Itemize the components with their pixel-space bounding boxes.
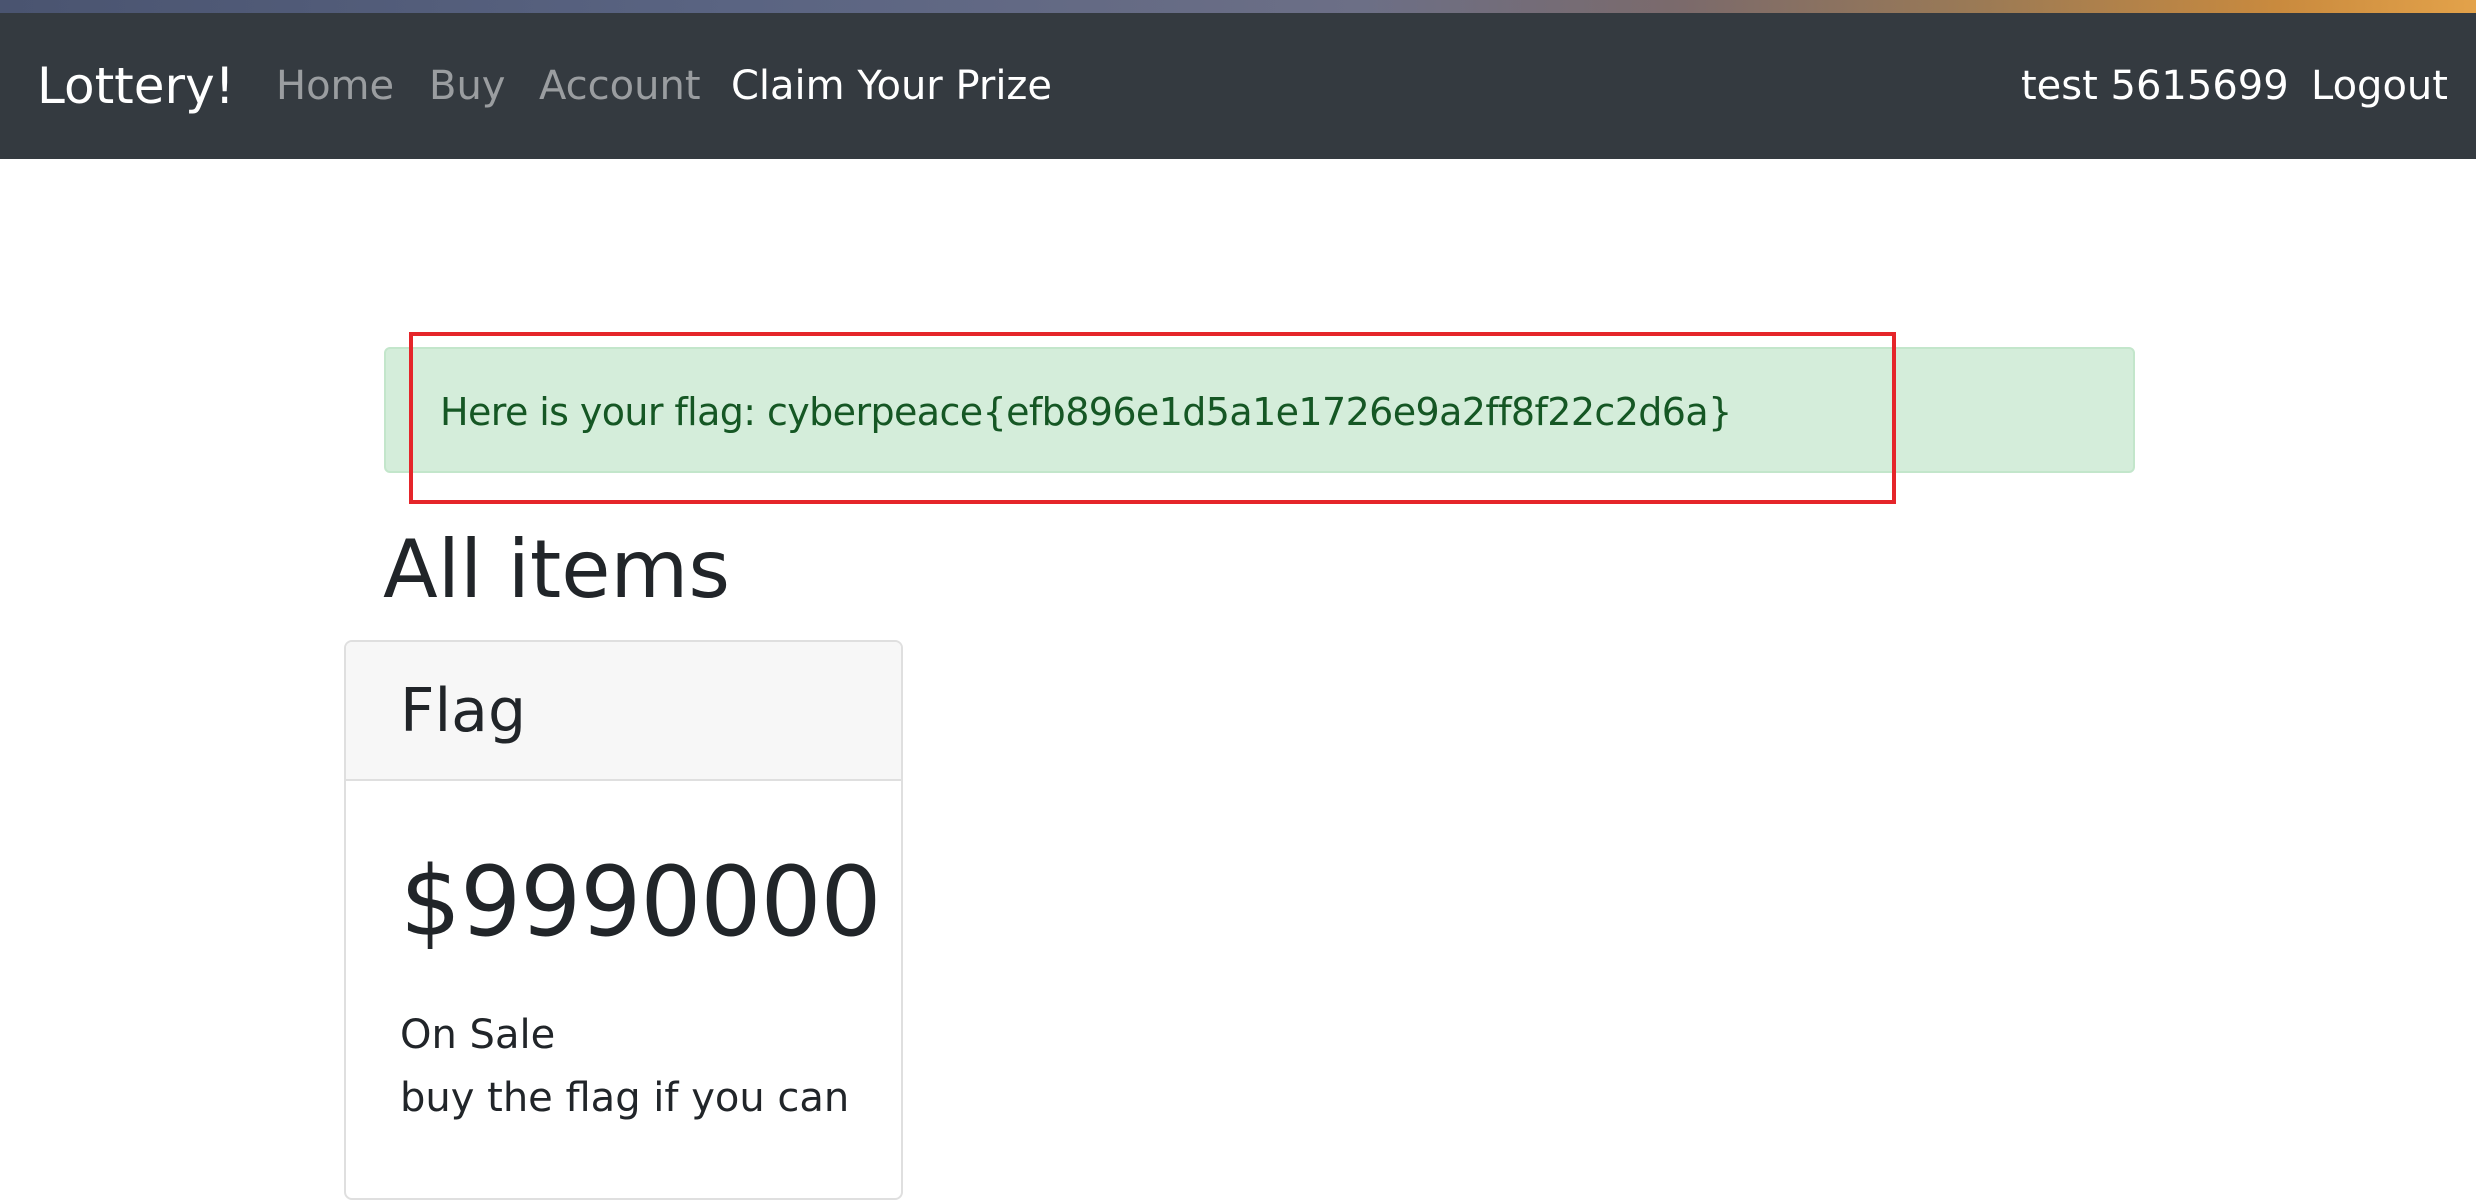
item-card-header: Flag [346,642,901,781]
nav-username[interactable]: test 5615699 [2021,13,2289,159]
item-card: Flag $9990000 On Sale buy the flag if yo… [344,640,903,1200]
red-highlight-annotation [409,332,1896,504]
nav-buy-link[interactable]: Buy [429,13,505,159]
top-navbar: Lottery! Home Buy Account Claim Your Pri… [0,13,2476,159]
item-name: Flag [400,676,527,746]
item-price: $9990000 [400,846,882,958]
item-status: On Sale [400,1012,556,1058]
nav-home-link[interactable]: Home [276,13,394,159]
top-background-strip [0,0,2476,13]
nav-logout-link[interactable]: Logout [2311,13,2448,159]
item-description: buy the flag if you can [400,1075,850,1121]
brand-logo-link[interactable]: Lottery! [37,13,235,159]
nav-account-link[interactable]: Account [539,13,701,159]
page-title: All items [383,523,731,616]
nav-claim-prize-link[interactable]: Claim Your Prize [731,13,1052,159]
